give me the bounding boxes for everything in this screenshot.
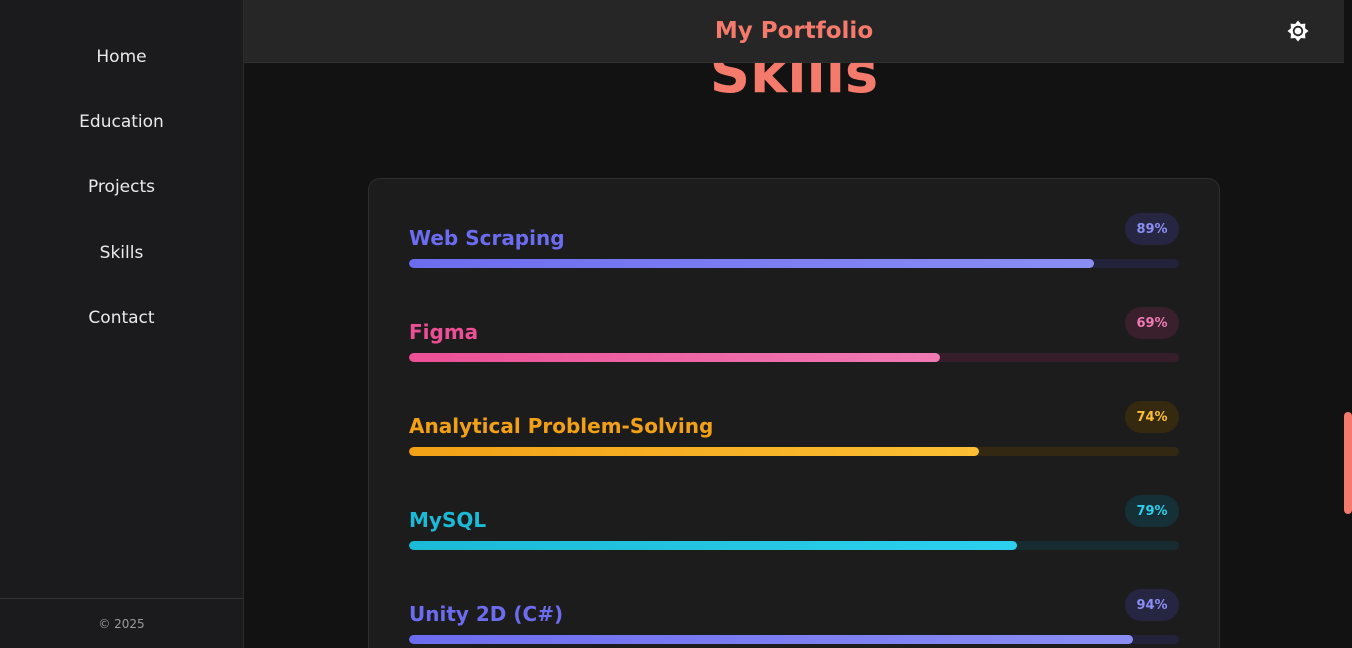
- skill-percent-badge: 94%: [1125, 589, 1179, 621]
- brand-title[interactable]: My Portfolio: [715, 18, 873, 44]
- sidebar-item-education[interactable]: Education: [0, 89, 243, 154]
- sidebar-item-projects[interactable]: Projects: [0, 155, 243, 220]
- skill-progress-track: [409, 635, 1179, 644]
- page-scrollbar-thumb[interactable]: [1344, 412, 1352, 514]
- skill-progress-fill: [409, 447, 979, 456]
- skill-name: Figma: [409, 320, 479, 344]
- skill-name: Web Scraping: [409, 226, 565, 250]
- sidebar-item-skills[interactable]: Skills: [0, 220, 243, 285]
- main-content: Skills My Portfolio Web Scraping 89% Fig…: [244, 0, 1352, 648]
- top-bar: My Portfolio: [244, 0, 1344, 63]
- skills-card: Web Scraping 89% Figma 69% Analytical Pr…: [368, 178, 1220, 648]
- skill-item: Analytical Problem-Solving 74%: [409, 401, 1179, 474]
- skill-item: MySQL 79%: [409, 495, 1179, 568]
- skill-progress-track: [409, 447, 1179, 456]
- skill-progress-fill: [409, 353, 941, 362]
- sidebar-nav: Home Education Projects Skills Contact: [0, 0, 243, 350]
- sidebar-item-contact[interactable]: Contact: [0, 285, 243, 350]
- skill-progress-fill: [409, 259, 1095, 268]
- sidebar-item-home[interactable]: Home: [0, 24, 243, 89]
- skill-percent-badge: 79%: [1125, 495, 1179, 527]
- skill-name: Analytical Problem-Solving: [409, 414, 714, 438]
- skill-item: Unity 2D (C#) 94%: [409, 589, 1179, 648]
- skill-item: Web Scraping 89%: [409, 213, 1179, 286]
- skill-name: MySQL: [409, 508, 487, 532]
- copyright-footer: © 2025: [0, 598, 243, 648]
- skill-name: Unity 2D (C#): [409, 602, 564, 626]
- skill-percent-badge: 89%: [1125, 213, 1179, 245]
- skill-percent-badge: 69%: [1125, 307, 1179, 339]
- skill-percent-badge: 74%: [1125, 401, 1179, 433]
- sun-icon[interactable]: [1286, 19, 1310, 43]
- skill-progress-fill: [409, 541, 1018, 550]
- skill-progress-fill: [409, 635, 1133, 644]
- skill-item: Figma 69%: [409, 307, 1179, 380]
- sidebar: Home Education Projects Skills Contact ©…: [0, 0, 244, 648]
- skill-progress-track: [409, 259, 1179, 268]
- skill-progress-track: [409, 353, 1179, 362]
- sun-icon-graphic: [1287, 20, 1309, 42]
- skill-progress-track: [409, 541, 1179, 550]
